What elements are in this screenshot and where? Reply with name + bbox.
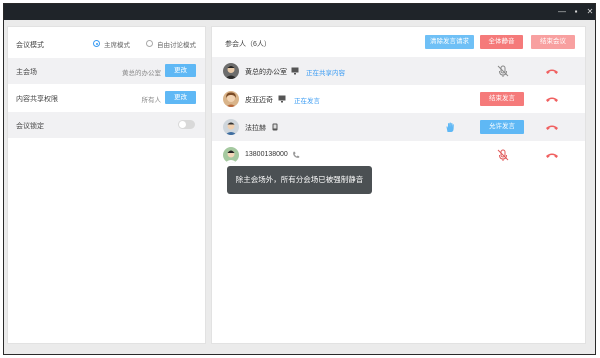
- radio-chair-mode-label: 主席模式: [104, 42, 130, 49]
- avatar: [223, 147, 239, 163]
- share-permission-row: 内容共享权限 所有人 更改: [8, 85, 205, 111]
- clear-speak-requests-button[interactable]: 清除发言请求: [425, 35, 474, 49]
- hangup-icon[interactable]: [545, 94, 559, 104]
- change-main-venue-button[interactable]: 更改: [165, 64, 196, 77]
- participant-row: 皮亚迈奇 正在发言 结束发言: [212, 85, 585, 113]
- participant-status: 正在发言: [294, 98, 320, 105]
- participant-name: 黄总的办公室: [245, 69, 287, 76]
- meeting-lock-row: 会议锁定: [8, 112, 205, 138]
- participant-name: 13800138000: [245, 151, 288, 158]
- toggle-knob: [179, 121, 186, 128]
- participants-title: 参会人（6人）: [225, 41, 271, 48]
- desktop-icon: [278, 95, 286, 105]
- end-speaking-button[interactable]: 结束发言: [480, 92, 524, 106]
- participant-status: 正在共享内容: [306, 70, 345, 77]
- participants-header: 参会人（6人） 清除发言请求 全体静音 结束会议: [212, 27, 585, 57]
- avatar: [223, 119, 239, 135]
- meeting-mode-row: 会议模式 主席模式 自由讨论模式: [8, 31, 205, 57]
- radio-unselected-icon: [146, 40, 153, 47]
- participant-row: 13800138000: [212, 141, 585, 169]
- participant-name: 皮亚迈奇: [245, 97, 273, 104]
- hand-raise-icon: [443, 120, 457, 134]
- avatar: [223, 63, 239, 79]
- radio-selected-icon: [93, 40, 100, 47]
- mute-notification-toast: 除主会场外，所有分会场已被强制静音: [227, 166, 372, 194]
- phone-handset-icon: [292, 151, 300, 161]
- meeting-lock-label: 会议锁定: [16, 123, 44, 130]
- hangup-icon[interactable]: [545, 66, 559, 76]
- desktop-icon: [291, 67, 299, 77]
- participant-row: 法拉赫 允许发言: [212, 113, 585, 141]
- maximize-icon[interactable]: ▪: [571, 7, 581, 17]
- end-meeting-button[interactable]: 结束会议: [531, 35, 575, 49]
- minimize-icon[interactable]: —: [557, 7, 567, 17]
- meeting-settings-panel: 会议模式 主席模式 自由讨论模式 主会场 黄总的办公室 更改 内容共享权限 所有…: [7, 26, 206, 344]
- hangup-icon[interactable]: [545, 150, 559, 160]
- share-permission-value: 所有人: [141, 97, 162, 104]
- title-bar: — ▪ ✕: [4, 4, 595, 20]
- meeting-mode-label: 会议模式: [16, 42, 44, 49]
- close-icon[interactable]: ✕: [585, 7, 595, 17]
- main-venue-value: 黄总的办公室: [122, 70, 161, 77]
- mic-muted-icon[interactable]: [496, 64, 510, 78]
- hangup-icon[interactable]: [545, 122, 559, 132]
- mic-muted-icon[interactable]: [496, 148, 510, 162]
- main-venue-label: 主会场: [16, 69, 37, 76]
- participant-name: 法拉赫: [245, 125, 266, 132]
- meeting-lock-toggle[interactable]: [178, 120, 195, 129]
- mute-all-button[interactable]: 全体静音: [480, 35, 523, 49]
- participant-row: 黄总的办公室 正在共享内容: [212, 57, 585, 85]
- main-venue-row: 主会场 黄总的办公室 更改: [8, 58, 205, 84]
- share-permission-label: 内容共享权限: [16, 96, 58, 103]
- change-share-permission-button[interactable]: 更改: [165, 91, 196, 104]
- avatar: [223, 91, 239, 107]
- phone-icon: [272, 123, 278, 133]
- radio-free-discussion-label: 自由讨论模式: [157, 42, 196, 49]
- allow-speaking-button[interactable]: 允许发言: [480, 120, 524, 134]
